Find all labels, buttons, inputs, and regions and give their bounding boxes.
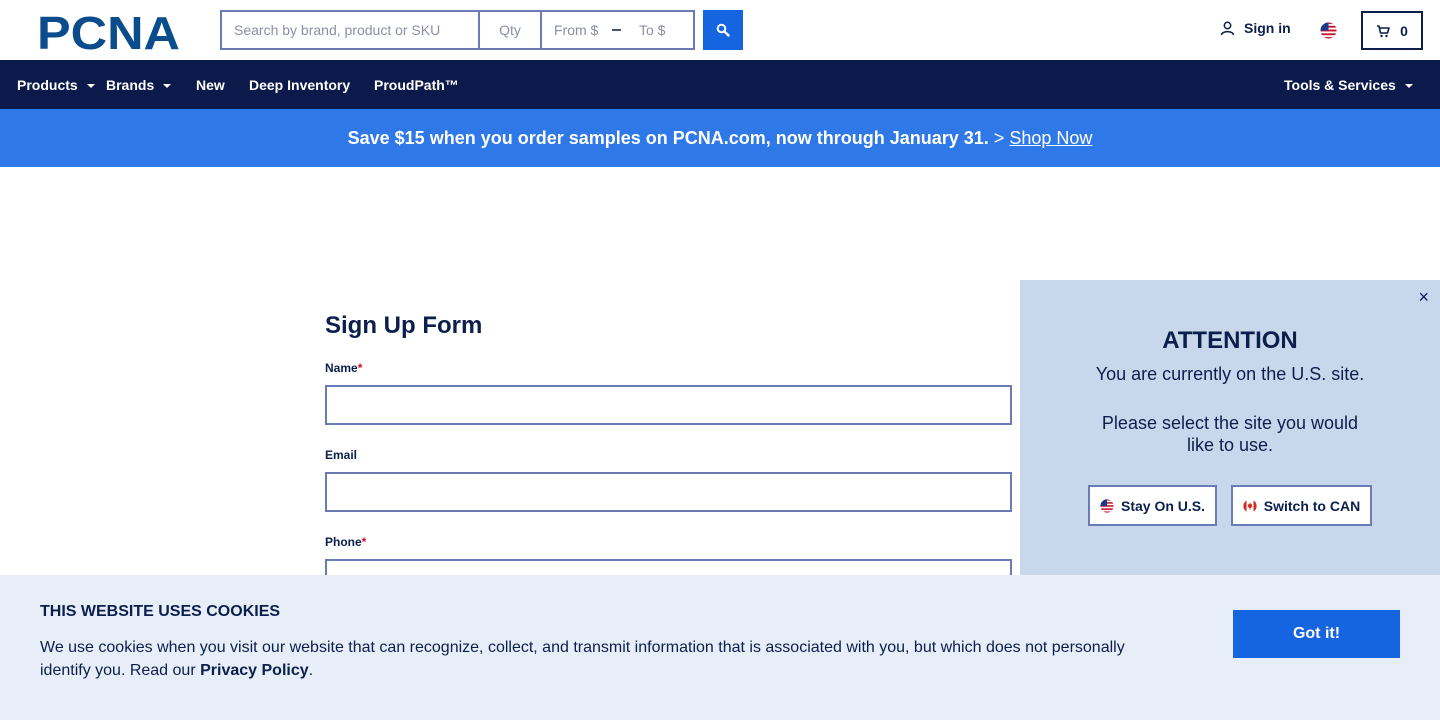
page-title: Sign Up Form <box>325 312 483 339</box>
nav-item-label: ProudPath™ <box>374 76 459 93</box>
phone-field-label: Phone* <box>325 535 366 549</box>
nav-item-proudpath[interactable]: ProudPath™ <box>374 60 459 109</box>
nav-item-label: New <box>196 76 225 93</box>
cart-icon <box>1377 24 1390 37</box>
user-icon <box>1220 21 1235 35</box>
shop-now-link[interactable]: Shop Now <box>1009 128 1092 149</box>
stay-us-button[interactable]: Stay On U.S. <box>1088 485 1217 526</box>
promo-arrow: > <box>993 127 1005 148</box>
caret-down-icon <box>1404 84 1413 88</box>
canada-flag-icon <box>1243 498 1257 513</box>
privacy-policy-link[interactable]: Privacy Policy <box>200 662 309 679</box>
signin-label: Sign in <box>1244 20 1291 36</box>
email-field-label: Email <box>325 448 357 462</box>
cookie-banner: THIS WEBSITE USES COOKIES We use cookies… <box>0 575 1440 720</box>
switch-can-button[interactable]: Switch to CAN <box>1231 485 1372 526</box>
required-marker: * <box>361 535 367 549</box>
pcna-logo[interactable]: PCNA <box>37 12 185 52</box>
search-bar <box>220 10 695 50</box>
nav-item-label: Products <box>17 76 78 93</box>
attention-title: ATTENTION <box>1162 327 1298 354</box>
nav-item-products[interactable]: Products <box>17 60 95 109</box>
price-range-dash <box>612 29 621 31</box>
main-nav: Products Brands New Deep Inventory Proud… <box>0 60 1440 109</box>
nav-item-tools-services[interactable]: Tools & Services <box>1284 60 1413 109</box>
search-input[interactable] <box>220 10 478 50</box>
nav-item-label: Deep Inventory <box>249 76 351 93</box>
cookie-period: . <box>308 662 314 679</box>
email-label-text: Email <box>325 448 358 462</box>
name-label-text: Name <box>325 361 358 375</box>
nav-item-label: Tools & Services <box>1284 76 1396 93</box>
stay-us-label: Stay On U.S. <box>1120 497 1206 514</box>
svg-text:PCNA: PCNA <box>37 12 180 52</box>
nav-item-deep-inventory[interactable]: Deep Inventory <box>249 60 350 109</box>
top-header: PCNA Sign in <box>0 0 1440 60</box>
caret-down-icon <box>163 84 172 88</box>
cookie-title: THIS WEBSITE USES COOKIES <box>40 603 281 620</box>
cart-button[interactable]: 0 <box>1361 11 1423 50</box>
cart-count: 0 <box>1400 22 1408 39</box>
qty-input[interactable] <box>478 10 540 50</box>
email-field[interactable] <box>325 472 1012 512</box>
site-selector-panel: × ATTENTION You are currently on the U.S… <box>1020 280 1440 580</box>
attention-instructions: Please select the site you would like to… <box>1101 413 1359 455</box>
us-flag-icon <box>1100 498 1114 513</box>
nav-item-brands[interactable]: Brands <box>106 60 172 109</box>
caret-down-icon <box>86 84 95 88</box>
nav-item-label: Brands <box>106 76 155 93</box>
got-it-button[interactable]: Got it! <box>1233 610 1400 658</box>
search-icon <box>716 23 730 37</box>
price-from-input[interactable] <box>542 22 608 38</box>
close-icon[interactable]: × <box>1418 288 1429 306</box>
signin-link[interactable]: Sign in <box>1220 20 1291 36</box>
us-flag-icon[interactable] <box>1320 22 1337 39</box>
cookie-text: We use cookies when you visit our websit… <box>40 636 1160 682</box>
required-marker: * <box>357 361 363 375</box>
promo-message: Save $15 when you order samples on PCNA.… <box>347 127 989 148</box>
search-button[interactable] <box>703 10 743 50</box>
promo-banner: Save $15 when you order samples on PCNA.… <box>0 109 1440 167</box>
name-field[interactable] <box>325 385 1012 425</box>
phone-label-text: Phone <box>325 535 362 549</box>
price-to-input[interactable] <box>627 22 693 38</box>
price-range <box>540 10 695 50</box>
nav-item-new[interactable]: New <box>196 60 225 109</box>
attention-current-site: You are currently on the U.S. site. <box>1095 364 1365 384</box>
switch-can-label: Switch to CAN <box>1263 497 1361 514</box>
name-field-label: Name* <box>325 361 362 375</box>
